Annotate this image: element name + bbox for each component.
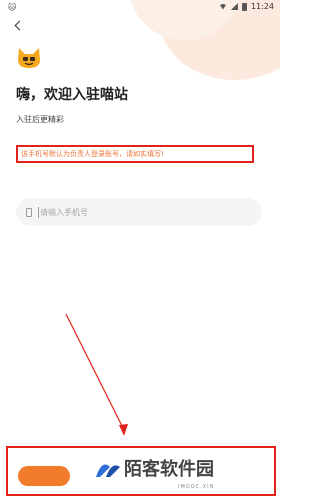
annotation-arrow (65, 313, 128, 436)
next-button[interactable] (18, 466, 70, 486)
watermark-title: 陌客软件园 (124, 459, 214, 480)
watermark-logo-icon (96, 464, 120, 477)
watermark-subtitle: IMOOC.XIN (178, 484, 215, 490)
